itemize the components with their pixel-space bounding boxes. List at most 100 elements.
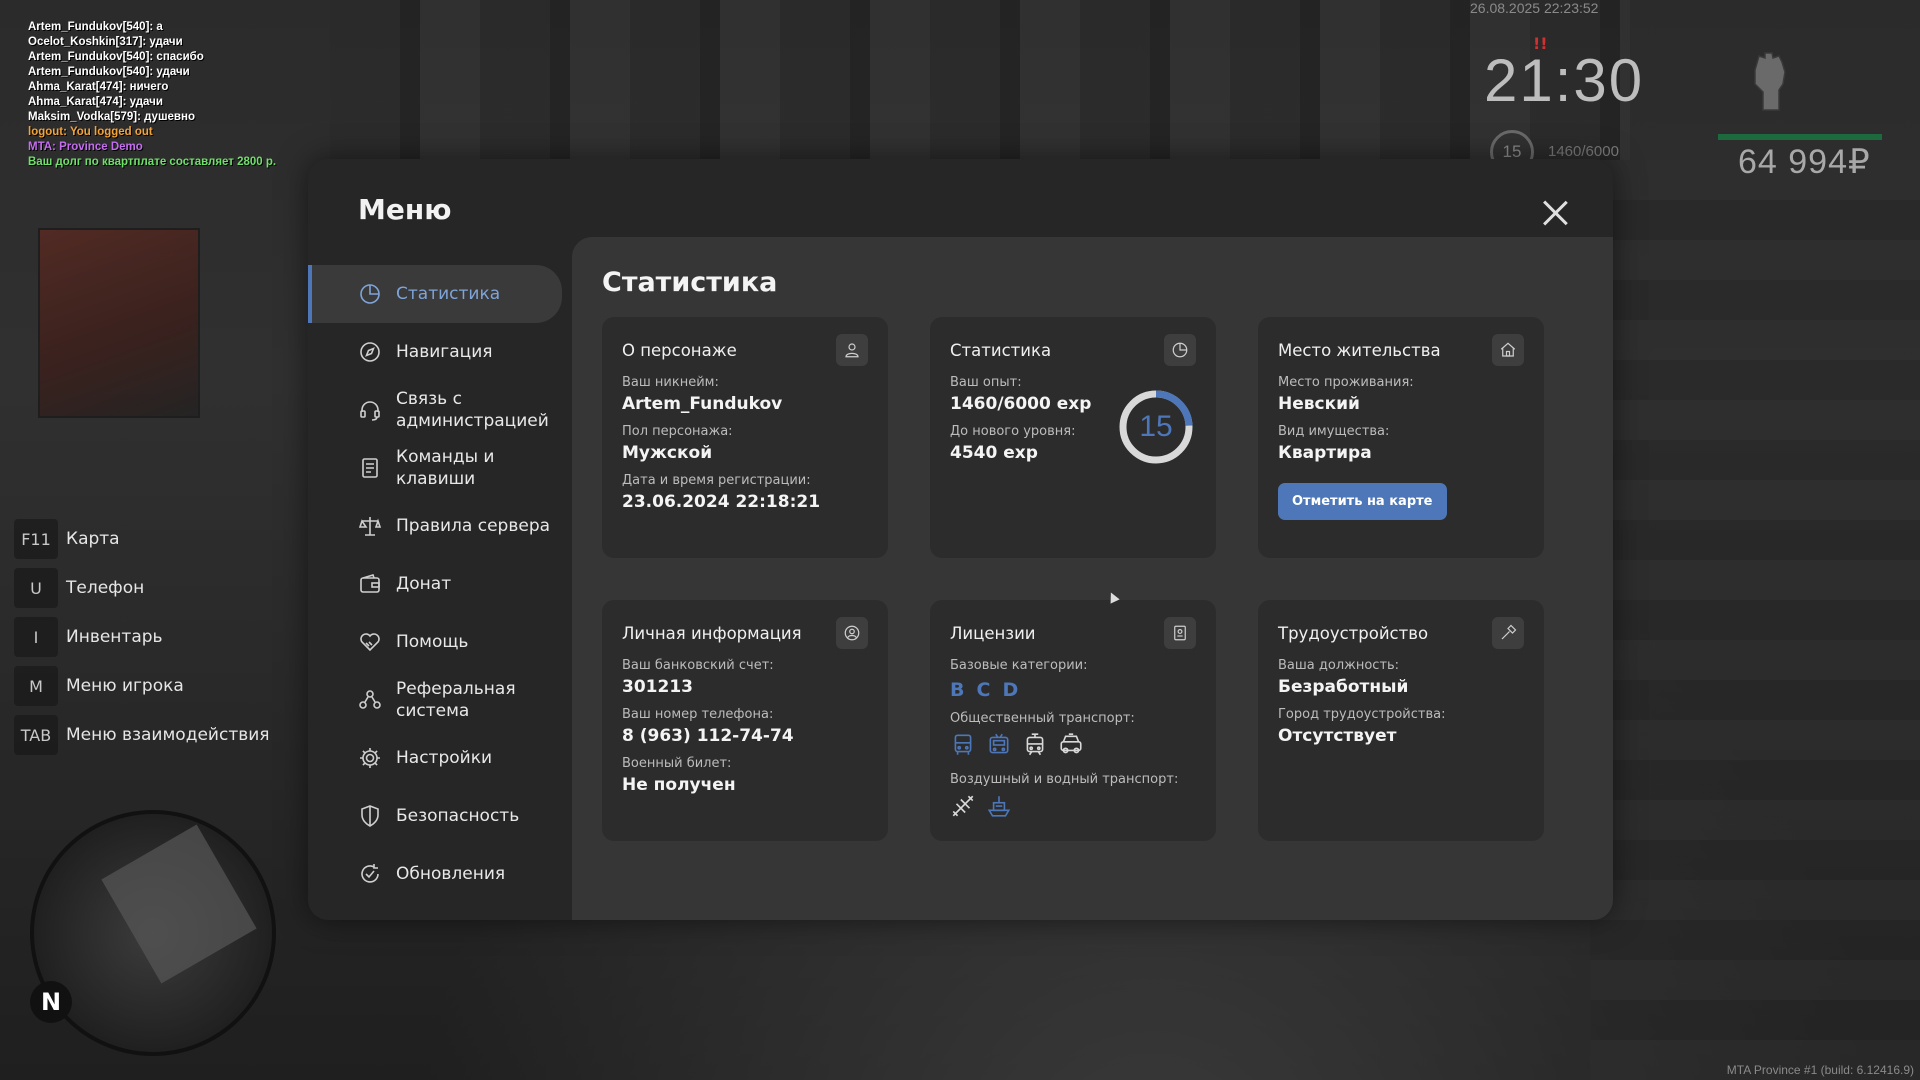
position-value: Безработный: [1278, 677, 1409, 697]
sidebar-item-label: Реферальная система: [396, 679, 516, 721]
document-list-icon: [358, 456, 382, 480]
hotkey-inventory[interactable]: I Инвентарь: [14, 617, 270, 657]
sidebar-item-label: Связь с администрацией: [396, 389, 549, 431]
sidebar-item-label: Помощь: [396, 632, 469, 652]
headset-icon: [358, 398, 382, 422]
license-category: B: [950, 679, 965, 701]
employment-city-value: Отсутствует: [1278, 726, 1397, 746]
sidebar-item-rules[interactable]: Правила сервера: [308, 497, 570, 555]
card-title: О персонаже: [622, 340, 737, 360]
hotkey-label: Телефон: [66, 578, 145, 598]
field-label: Пол персонажа:: [622, 424, 733, 439]
hotkey-key: I: [14, 617, 58, 657]
bus-icon: [950, 732, 976, 762]
card-residence: Место жительства Место проживания: Невск…: [1258, 317, 1544, 558]
sidebar-item-help[interactable]: Помощь: [308, 613, 570, 671]
field-label: Военный билет:: [622, 756, 732, 771]
gender-value: Мужской: [622, 443, 713, 463]
health-bar: [1718, 134, 1882, 140]
sidebar-item-label: Команды и клавиши: [396, 447, 495, 489]
field-label: Ваш никнейм:: [622, 375, 719, 390]
taxi-icon: [1058, 732, 1084, 762]
boat-icon: [986, 793, 1012, 823]
bank-account-value: 301213: [622, 677, 693, 697]
compass-north-icon: N: [30, 981, 72, 1023]
build-info: MTA Province #1 (build: 6.12416.9): [1726, 1063, 1914, 1077]
field-label: Базовые категории:: [950, 658, 1088, 673]
compass-icon: [358, 340, 382, 364]
fist-weapon-icon: [1745, 50, 1795, 112]
hotkey-label: Инвентарь: [66, 627, 163, 647]
shield-icon: [358, 804, 382, 828]
hotkey-label: Меню игрока: [66, 676, 184, 696]
sidebar-item-label: Навигация: [396, 342, 493, 362]
sidebar-item-updates[interactable]: Обновления: [308, 845, 570, 903]
refresh-check-icon: [358, 862, 382, 886]
hotkey-label: Карта: [66, 529, 120, 549]
hotkey-key: M: [14, 666, 58, 706]
residence-value: Невский: [1278, 394, 1360, 414]
menu-title: Меню: [358, 193, 452, 226]
card-title: Статистика: [950, 340, 1052, 360]
sidebar-item-navigation[interactable]: Навигация: [308, 323, 570, 381]
sidebar-item-statistics[interactable]: Статистика: [308, 265, 562, 323]
pie-chart-icon: [1164, 334, 1196, 366]
handshake-heart-icon: [358, 630, 382, 654]
card-title: Трудоустройство: [1278, 623, 1429, 643]
card-title: Лицензии: [950, 623, 1036, 643]
trolleybus-icon: [986, 732, 1012, 762]
property-type-value: Квартира: [1278, 443, 1372, 463]
card-employment: Трудоустройство Ваша должность: Безработ…: [1258, 600, 1544, 841]
chat-line: Ahma_Karat[474]: ничего: [28, 81, 169, 93]
sidebar-item-security[interactable]: Безопасность: [308, 787, 570, 845]
mark-on-map-button[interactable]: Отметить на карте: [1278, 483, 1447, 520]
hammer-icon: [1492, 617, 1524, 649]
sidebar-item-label: Правила сервера: [396, 516, 551, 536]
phone-value: 8 (963) 112-74-74: [622, 726, 794, 746]
user-icon: [836, 334, 868, 366]
sidebar-item-referral[interactable]: Реферальная система: [308, 671, 570, 729]
card-licenses: Лицензии Базовые категории: B C D Общест…: [930, 600, 1216, 841]
hotkey-interaction-menu[interactable]: TAB Меню взаимодействия: [14, 715, 270, 755]
field-label: Вид имущества:: [1278, 424, 1390, 439]
field-label: Ваша должность:: [1278, 658, 1400, 673]
background-poster: [38, 228, 200, 418]
sidebar-item-settings[interactable]: Настройки: [308, 729, 570, 787]
statistics-panel: Статистика О персонаже Ваш никнейм: Arte…: [572, 237, 1613, 920]
field-label: Общественный транспорт:: [950, 711, 1135, 726]
field-label: Воздушный и водный транспорт:: [950, 772, 1179, 787]
sidebar-item-label: Донат: [396, 574, 452, 594]
minimap: [30, 810, 276, 1056]
license-card-icon: [1164, 617, 1196, 649]
house-icon: [1492, 334, 1524, 366]
hotkey-phone[interactable]: U Телефон: [14, 568, 270, 608]
field-label: Дата и время регистрации:: [622, 473, 811, 488]
sidebar-item-label: Безопасность: [396, 806, 520, 826]
people-network-icon: [358, 688, 382, 712]
hotkey-key: U: [14, 568, 58, 608]
sidebar-item-commands[interactable]: Команды и клавиши: [308, 439, 570, 497]
chat-line: Ocelot_Koshkin[317]: удачи: [28, 36, 183, 48]
card-personal-info: Личная информация Ваш банковский счет: 3…: [602, 600, 888, 841]
gear-icon: [358, 746, 382, 770]
sidebar-item-label: Статистика: [396, 284, 501, 304]
background-wall: [1590, 160, 1920, 1080]
field-label: Ваш номер телефона:: [622, 707, 774, 722]
level-number: 15: [1139, 410, 1173, 443]
pie-chart-icon: [358, 282, 382, 306]
menu-window: Меню Статистика Навигация Связь с админи…: [308, 159, 1613, 920]
registration-value: 23.06.2024 22:18:21: [622, 492, 821, 512]
chat-line: Maksim_Vodka[579]: душевно: [28, 111, 195, 123]
hud-datetime: 26.08.2025 22:23:52: [1470, 0, 1599, 16]
sidebar-item-admin-contact[interactable]: Связь с администрацией: [308, 381, 570, 439]
menu-sidebar: Статистика Навигация Связь с администрац…: [308, 265, 570, 903]
hotkey-player-menu[interactable]: M Меню игрока: [14, 666, 270, 706]
field-label: Город трудоустройства:: [1278, 707, 1446, 722]
close-icon[interactable]: [1537, 195, 1573, 231]
card-character: О персонаже Ваш никнейм: Artem_Fundukov …: [602, 317, 888, 558]
license-category: C: [976, 679, 991, 701]
hotkey-map[interactable]: F11 Карта: [14, 519, 270, 559]
field-label: Ваш банковский счет:: [622, 658, 774, 673]
sidebar-item-donate[interactable]: Донат: [308, 555, 570, 613]
chat-line: MTA: Province Demo: [28, 141, 143, 153]
